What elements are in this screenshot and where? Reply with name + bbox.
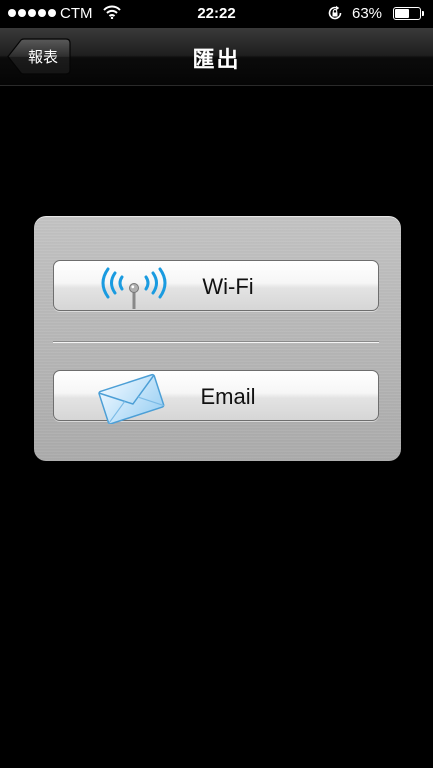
page-title: 匯出 <box>192 48 241 73</box>
rotation-lock-icon <box>328 5 342 20</box>
battery-icon <box>393 7 424 20</box>
email-option-label: Email <box>200 384 256 409</box>
wifi-option-label: Wi-Fi <box>202 274 254 299</box>
battery-level-fill <box>395 9 410 18</box>
email-export-button[interactable]: Email <box>53 370 379 424</box>
export-options-panel: Wi-Fi Email <box>34 216 401 461</box>
navigation-bar: 報表 匯出 <box>0 28 433 86</box>
battery-percentage: 63% <box>352 5 383 22</box>
wifi-export-button[interactable]: Wi-Fi <box>53 260 379 311</box>
status-bar: CTM 22:22 63% <box>0 0 433 28</box>
panel-divider <box>53 341 379 343</box>
